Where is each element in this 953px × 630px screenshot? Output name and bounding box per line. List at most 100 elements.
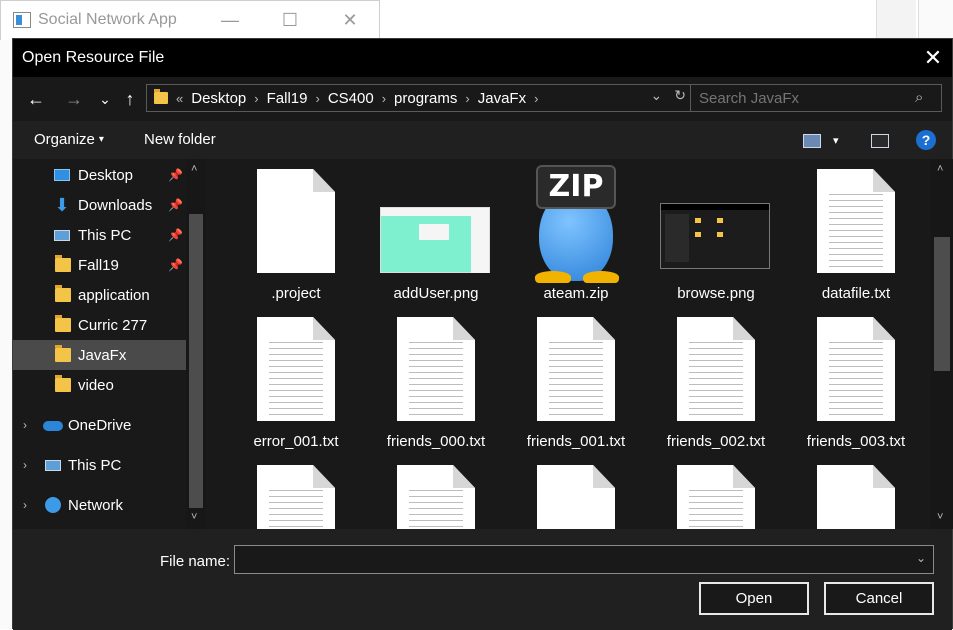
- sidebar-item-label: Downloads: [78, 196, 153, 214]
- sidebar-item-this-pc[interactable]: This PC 📌: [13, 220, 186, 250]
- breadcrumb-programs[interactable]: programs: [394, 90, 457, 107]
- sidebar-item-onedrive[interactable]: › OneDrive: [13, 410, 186, 440]
- desktop-icon: [54, 169, 70, 181]
- file-name: .project: [271, 285, 321, 302]
- pin-icon[interactable]: 📌: [168, 168, 183, 182]
- zip-badge: ZIP: [536, 165, 616, 209]
- sidebar-item-fall19[interactable]: Fall19 📌: [13, 250, 186, 280]
- dialog-footer: File name: ⌄ Open Cancel: [13, 529, 952, 630]
- file-list-scroll-thumb[interactable]: [934, 237, 950, 371]
- new-folder-button[interactable]: New folder: [144, 131, 216, 148]
- sidebar-item-label: JavaFx: [78, 346, 127, 364]
- sidebar-item-network[interactable]: › Network: [13, 490, 186, 520]
- breadcrumb-desktop[interactable]: Desktop: [191, 90, 246, 107]
- file-list-scroll-down-icon[interactable]: ˅: [937, 511, 943, 523]
- pc-icon: [45, 459, 61, 471]
- organize-button[interactable]: Organize ▾: [34, 131, 104, 148]
- background-panel: [876, 0, 916, 38]
- blank-file-icon: [817, 465, 895, 529]
- minimize-button[interactable]: —: [215, 7, 245, 35]
- sidebar-scroll-down-icon[interactable]: ˅: [191, 511, 197, 523]
- file-name: datafile.txt: [821, 285, 891, 302]
- file-name: browse.png: [677, 285, 755, 302]
- sidebar-scroll-up-icon[interactable]: ˄: [191, 163, 197, 175]
- breadcrumb-separator[interactable]: ›: [465, 91, 469, 106]
- folder-icon: [55, 345, 71, 362]
- expand-icon[interactable]: ›: [23, 418, 27, 432]
- file-name: friends_003.txt: [806, 433, 906, 450]
- up-button[interactable]: ↑: [118, 87, 142, 111]
- downloads-icon: ⬇: [54, 195, 70, 215]
- expand-icon[interactable]: ›: [23, 458, 27, 472]
- recent-locations-button[interactable]: ⌄: [93, 87, 117, 111]
- sidebar-item-this-pc-root[interactable]: › This PC: [13, 450, 186, 480]
- folder-icon: [55, 375, 71, 392]
- file-name: friends_000.txt: [386, 433, 486, 450]
- zip-archive-icon: ZIP: [521, 159, 631, 283]
- view-options-chevron-icon[interactable]: ▾: [833, 134, 839, 147]
- breadcrumb-separator[interactable]: ›: [315, 91, 319, 106]
- change-view-icon[interactable]: [803, 134, 821, 148]
- sidebar-item-label: application: [78, 286, 150, 304]
- cancel-button[interactable]: Cancel: [824, 582, 934, 615]
- file-list-scroll-up-icon[interactable]: ˄: [937, 163, 943, 175]
- navigation-pane[interactable]: Desktop 📌 ⬇ Downloads 📌 This PC 📌 Fall19…: [13, 159, 206, 529]
- sidebar-item-desktop[interactable]: Desktop 📌: [13, 160, 186, 190]
- address-bar[interactable]: « Desktop › Fall19 › CS400 › programs › …: [146, 84, 693, 112]
- folder-icon: [55, 315, 71, 332]
- sidebar-item-javafx[interactable]: JavaFx: [13, 340, 186, 370]
- pin-icon[interactable]: 📌: [168, 198, 183, 212]
- breadcrumb-fall19[interactable]: Fall19: [267, 90, 308, 107]
- search-icon[interactable]: ⌕: [915, 89, 923, 106]
- address-dropdown-icon[interactable]: ⌄: [651, 87, 663, 104]
- open-button[interactable]: Open: [699, 582, 809, 615]
- network-icon: [45, 497, 61, 513]
- chevron-down-icon[interactable]: ⌄: [916, 551, 926, 565]
- help-icon[interactable]: ?: [916, 130, 936, 150]
- file-name-input[interactable]: [234, 545, 934, 574]
- breadcrumb-cs400[interactable]: CS400: [328, 90, 374, 107]
- sidebar-item-label: video: [78, 376, 114, 394]
- file-list[interactable]: .project addUser.png ZIP ateam.zip brows…: [206, 159, 931, 529]
- breadcrumb-separator[interactable]: ›: [534, 91, 538, 106]
- file-name: friends_002.txt: [666, 433, 766, 450]
- pin-icon[interactable]: 📌: [168, 258, 183, 272]
- breadcrumb-javafx[interactable]: JavaFx: [478, 90, 526, 107]
- sidebar-item-label: This PC: [78, 226, 132, 244]
- folder-icon: [55, 255, 71, 272]
- folder-icon: [154, 89, 168, 104]
- maximize-button[interactable]: ☐: [275, 7, 305, 35]
- breadcrumb-separator[interactable]: ›: [254, 91, 258, 106]
- background-panel-edge: [918, 0, 953, 38]
- sidebar-item-curric-277[interactable]: Curric 277: [13, 310, 186, 340]
- pin-icon[interactable]: 📌: [168, 228, 183, 242]
- refresh-icon[interactable]: ↻: [674, 87, 686, 104]
- forward-button[interactable]: →: [62, 87, 86, 111]
- sidebar-item-label: Curric 277: [78, 316, 148, 334]
- expand-icon[interactable]: ›: [23, 498, 27, 512]
- cloud-icon: [43, 421, 63, 431]
- sidebar-item-video[interactable]: video: [13, 370, 186, 400]
- sidebar-item-downloads[interactable]: ⬇ Downloads 📌: [13, 190, 186, 220]
- file-name: addUser.png: [393, 285, 479, 302]
- search-input[interactable]: [690, 84, 942, 112]
- file-name: ateam.zip: [543, 285, 609, 302]
- sidebar-item-application[interactable]: application: [13, 280, 186, 310]
- open-file-dialog: Open Resource File ✕ ← → ⌄ ↑ « Desktop ›…: [12, 38, 953, 630]
- sidebar-item-label: Fall19: [78, 256, 119, 274]
- sidebar-item-label: This PC: [68, 456, 122, 474]
- background-window: Social Network App — ☐ ✕: [0, 0, 380, 40]
- breadcrumb-separator[interactable]: ›: [382, 91, 386, 106]
- chevron-down-icon: ▾: [98, 134, 104, 145]
- address-bar-controls: ⌄ ↻: [651, 87, 686, 104]
- background-editor-strip: [0, 40, 12, 629]
- close-button[interactable]: ✕: [335, 7, 365, 35]
- back-button[interactable]: ←: [24, 87, 48, 111]
- blank-file-icon: [537, 465, 615, 529]
- breadcrumb-overflow[interactable]: «: [176, 91, 183, 106]
- sidebar-scroll-thumb[interactable]: [189, 214, 203, 508]
- pc-icon: [54, 229, 70, 241]
- preview-pane-icon[interactable]: [871, 134, 889, 148]
- dialog-close-button[interactable]: ✕: [914, 39, 952, 77]
- sidebar-item-label: OneDrive: [68, 416, 132, 434]
